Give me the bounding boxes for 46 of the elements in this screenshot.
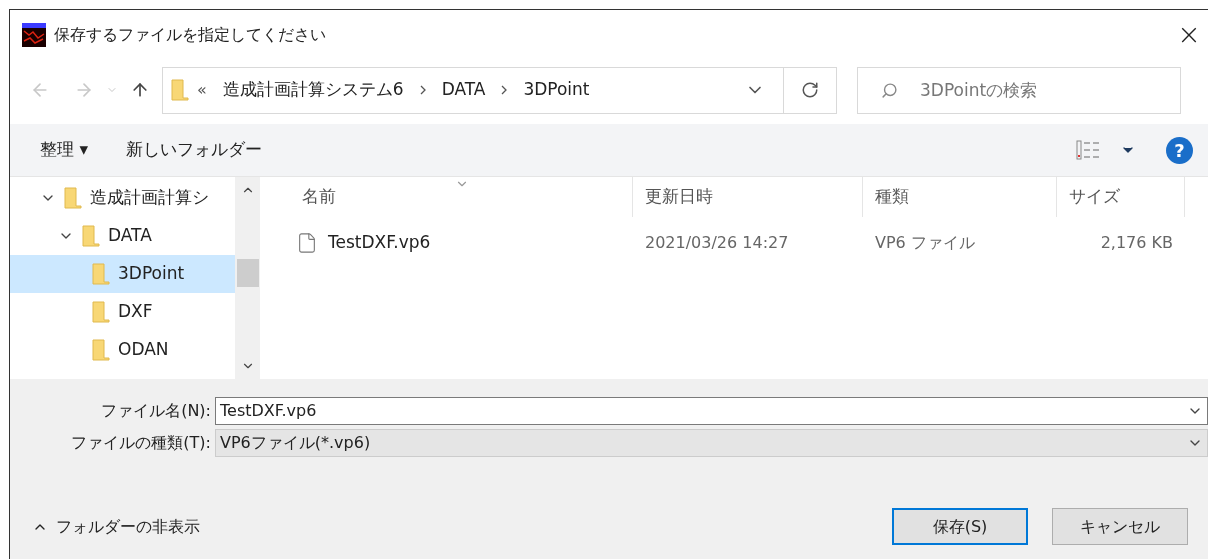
file-type-label: ファイルの種類(T): bbox=[70, 432, 212, 454]
scrollbar[interactable] bbox=[235, 177, 260, 379]
file-name: TestDXF.vp6 bbox=[328, 231, 431, 255]
tree-item[interactable]: DATA bbox=[10, 217, 235, 255]
window-title: 保存するファイルを指定してください bbox=[54, 24, 326, 46]
folder-icon bbox=[64, 187, 82, 209]
folder-icon bbox=[92, 301, 110, 323]
save-button[interactable]: 保存(S) bbox=[892, 508, 1028, 545]
file-name-field[interactable]: TestDXF.vp6 bbox=[215, 397, 1208, 425]
overflow-chevron[interactable]: « bbox=[197, 78, 207, 102]
file-type-select[interactable]: VP6ファイル(*.vp6) bbox=[215, 429, 1208, 457]
column-header[interactable]: 更新日時 bbox=[633, 177, 863, 217]
file-size: 2,176 KB bbox=[1099, 232, 1174, 254]
breadcrumb[interactable]: 3DPoint bbox=[523, 77, 590, 103]
address-bar[interactable]: « 造成計画計算システム6 DATA 3DPoint bbox=[162, 66, 837, 114]
tree-item[interactable]: 造成計画計算シ bbox=[10, 179, 235, 217]
tree-item[interactable]: 3DPoint bbox=[10, 255, 235, 293]
help-button[interactable]: ? bbox=[1166, 136, 1193, 164]
hide-folders-toggle[interactable]: フォルダーの非表示 bbox=[32, 514, 200, 539]
search-field[interactable]: 3DPointの検索 bbox=[857, 66, 1181, 114]
column-header[interactable]: 種類 bbox=[863, 177, 1057, 217]
search-icon bbox=[881, 81, 898, 99]
breadcrumb[interactable]: 造成計画計算システム6 bbox=[222, 77, 404, 103]
breadcrumb[interactable]: DATA bbox=[441, 77, 486, 103]
column-header[interactable]: 名前 bbox=[290, 177, 633, 217]
file-icon bbox=[296, 232, 318, 254]
scroll-thumb[interactable] bbox=[236, 259, 259, 287]
app-icon bbox=[22, 23, 46, 47]
folder-icon bbox=[92, 339, 110, 361]
organize-menu[interactable]: 整理 ▾ bbox=[30, 137, 98, 163]
tree-item[interactable]: ODAN bbox=[10, 331, 235, 369]
refresh-icon bbox=[801, 81, 819, 99]
close-button[interactable]: × bbox=[1174, 20, 1204, 50]
tree-item[interactable]: DXF bbox=[10, 293, 235, 331]
folder-icon bbox=[82, 225, 100, 247]
folder-icon bbox=[92, 263, 110, 285]
file-name-label: ファイル名(N): bbox=[100, 400, 212, 422]
new-folder-button[interactable]: 新しいフォルダー bbox=[115, 137, 272, 163]
file-type: VP6 ファイル bbox=[874, 232, 976, 254]
file-row[interactable]: TestDXF.vp6 2021/03/26 14:27 VP6 ファイル 2,176 KB bbox=[290, 224, 1208, 262]
chevron-right-icon bbox=[419, 85, 426, 95]
modified-date: 2021/03/26 14:27 bbox=[644, 232, 790, 254]
column-header[interactable]: サイズ bbox=[1057, 177, 1185, 217]
cancel-button[interactable]: キャンセル bbox=[1052, 508, 1188, 545]
folder-icon bbox=[171, 79, 189, 101]
chevron-right-icon bbox=[501, 85, 508, 95]
